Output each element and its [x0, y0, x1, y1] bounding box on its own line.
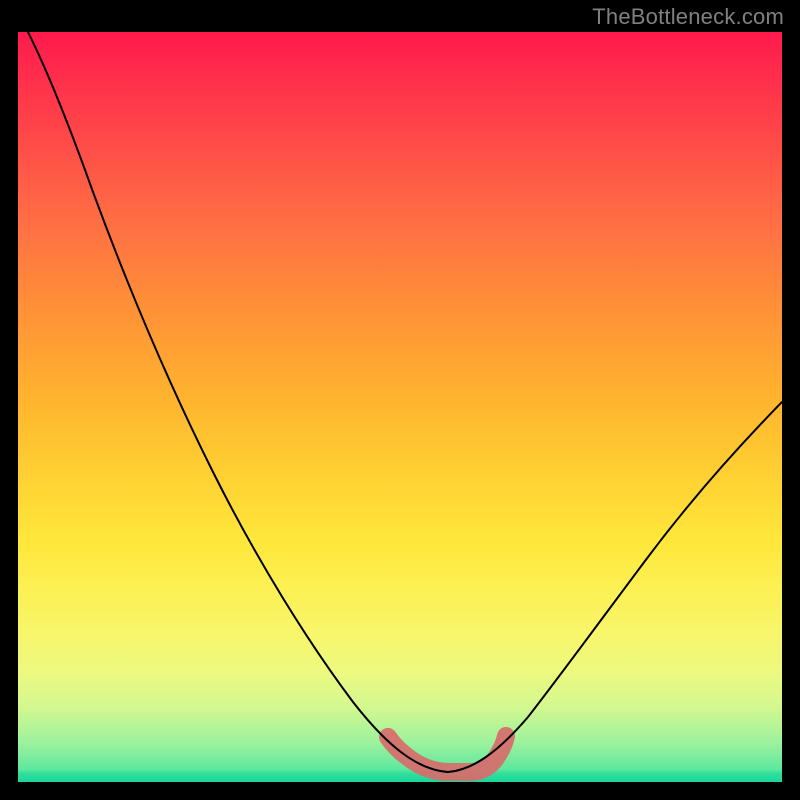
left-curve: [28, 32, 448, 772]
curves-svg: [18, 32, 782, 782]
plot-area: [18, 32, 782, 782]
right-curve: [448, 402, 782, 772]
highlight-blob: [388, 736, 506, 772]
watermark-text: TheBottleneck.com: [592, 4, 784, 30]
chart-frame: TheBottleneck.com: [0, 0, 800, 800]
